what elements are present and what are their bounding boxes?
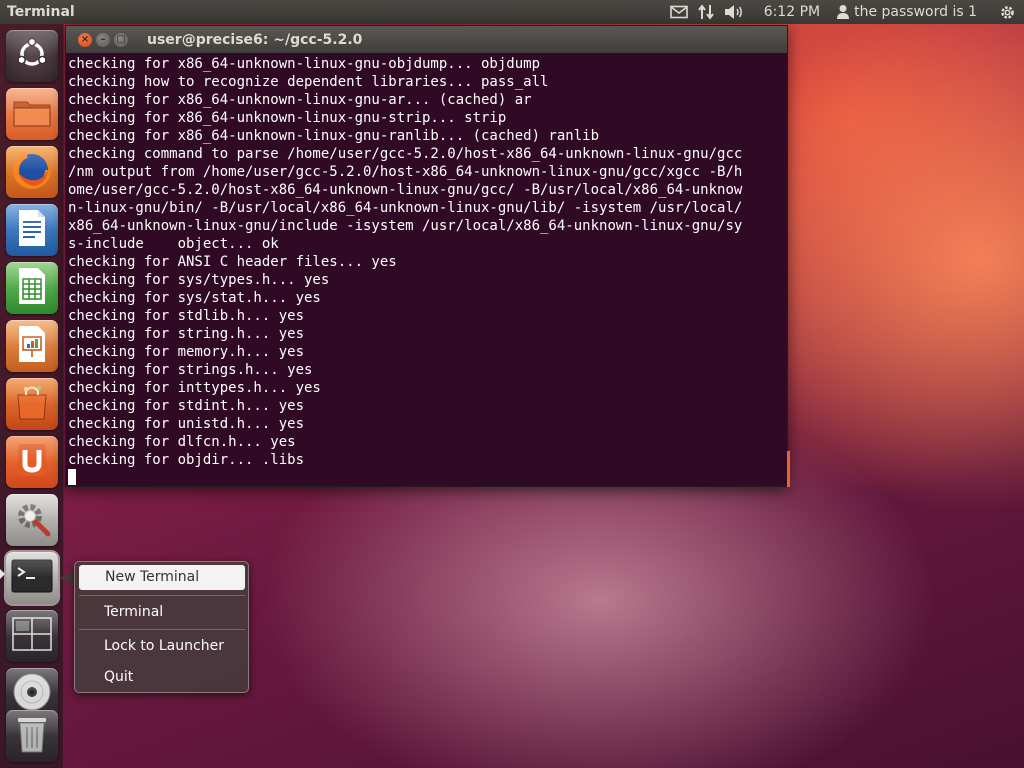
terminal-line: checking for unistd.h... yes [68,416,305,432]
quicklist-pointer [60,570,74,586]
ubuntu-one-icon [16,442,48,482]
terminal-line: checking for objdir... .libs [68,452,305,468]
terminal-line: checking for sys/stat.h... yes [68,290,321,306]
launcher [0,24,64,768]
close-window-button[interactable]: × [78,32,92,47]
user-name-label[interactable]: the password is 1 [854,0,977,24]
writer-icon [16,208,48,252]
clock[interactable]: 6:12 PM [764,0,820,24]
quicklist-item-terminal[interactable]: Terminal [104,601,163,623]
minimize-icon: – [100,33,106,45]
ubuntu-one-launcher[interactable] [6,436,58,488]
dash-home-button[interactable] [6,30,58,82]
shopping-bag-icon [14,383,50,425]
settings-wrench-icon [12,498,52,542]
quicklist-item-quit[interactable]: Quit [104,666,133,688]
impress-icon [16,324,48,368]
calc-icon [16,266,48,310]
running-indicator [0,569,5,579]
workspaces-icon [12,617,52,655]
session-gear-icon[interactable] [999,0,1016,24]
terminal-line: checking command to parse /home/user/gcc… [68,146,743,162]
terminal-line: s-include object... ok [68,236,279,252]
active-app-title: Terminal [7,4,75,20]
terminal-line: checking for sys/types.h... yes [68,272,330,288]
terminal-line: checking for stdint.h... yes [68,398,305,414]
system-settings-launcher[interactable] [6,494,58,546]
mail-icon[interactable] [669,0,688,24]
terminal-line: checking for inttypes.h... yes [68,380,321,396]
close-icon: × [80,33,90,45]
terminal-line: x86_64-unknown-linux-gnu/include -isyste… [68,218,743,234]
top-panel: Terminal 6:12 PM the password is 1 [0,0,1024,24]
home-folder-launcher[interactable] [6,88,58,140]
terminal-line: checking for x86_64-unknown-linux-gnu-ob… [68,56,541,72]
terminal-line: n-linux-gnu/bin/ -B/usr/local/x86_64-unk… [68,200,743,216]
user-icon[interactable] [836,0,850,24]
workspace-switcher-launcher[interactable] [6,610,58,662]
terminal-line: checking for string.h... yes [68,326,305,342]
maximize-window-button[interactable]: □ [114,32,128,47]
quicklist-item-lock-to-launcher[interactable]: Lock to Launcher [104,635,224,657]
terminal-line: ome/user/gcc-5.2.0/host-x86_64-unknown-l… [68,182,743,198]
window-resize-edge[interactable] [787,451,790,487]
terminal-prompt-line[interactable] [68,469,787,486]
terminal-line: checking for x86_64-unknown-linux-gnu-ar… [68,92,532,108]
impress-launcher[interactable] [6,320,58,372]
software-center-launcher[interactable] [6,378,58,430]
firefox-icon [12,150,52,194]
terminal-line: checking for stdlib.h... yes [68,308,305,324]
terminal-line: checking for x86_64-unknown-linux-gnu-ra… [68,128,600,144]
terminal-line: checking for dlfcn.h... yes [68,434,296,450]
terminal-window-title: user@precise6: ~/gcc-5.2.0 [147,31,363,48]
quicklist-item-new-terminal[interactable]: New Terminal [79,565,245,590]
quicklist-separator [79,629,245,630]
writer-launcher[interactable] [6,204,58,256]
trash-launcher[interactable] [6,710,58,762]
maximize-icon: □ [116,33,126,45]
network-icon[interactable] [697,0,714,24]
trash-icon [15,714,49,758]
quicklist-item-label: New Terminal [105,569,200,585]
firefox-launcher[interactable] [6,146,58,198]
terminal-cursor [68,469,76,485]
volume-icon[interactable] [724,0,744,24]
calc-launcher[interactable] [6,262,58,314]
terminal-line: checking for strings.h... yes [68,362,313,378]
terminal-icon [11,559,53,597]
quicklist-separator [79,595,245,596]
ubuntu-logo-icon [15,37,49,75]
terminal-quicklist-menu: New Terminal Terminal Lock to Launcher Q… [74,561,249,693]
indicator-tray: 6:12 PM the password is 1 [669,0,1024,24]
terminal-line: checking for ANSI C header files... yes [68,254,397,270]
terminal-line: checking for x86_64-unknown-linux-gnu-st… [68,110,507,126]
terminal-line: checking how to recognize dependent libr… [68,74,549,90]
terminal-line: /nm output from /home/user/gcc-5.2.0/hos… [68,164,743,180]
terminal-window[interactable]: × – □ user@precise6: ~/gcc-5.2.0 checkin… [65,25,790,487]
terminal-line: checking for memory.h... yes [68,344,305,360]
terminal-output[interactable]: checking for x86_64-unknown-linux-gnu-ob… [66,53,787,486]
minimize-window-button[interactable]: – [96,32,110,47]
terminal-titlebar[interactable]: × – □ user@precise6: ~/gcc-5.2.0 [66,26,787,53]
folder-icon [12,96,52,132]
terminal-launcher[interactable] [4,550,60,606]
